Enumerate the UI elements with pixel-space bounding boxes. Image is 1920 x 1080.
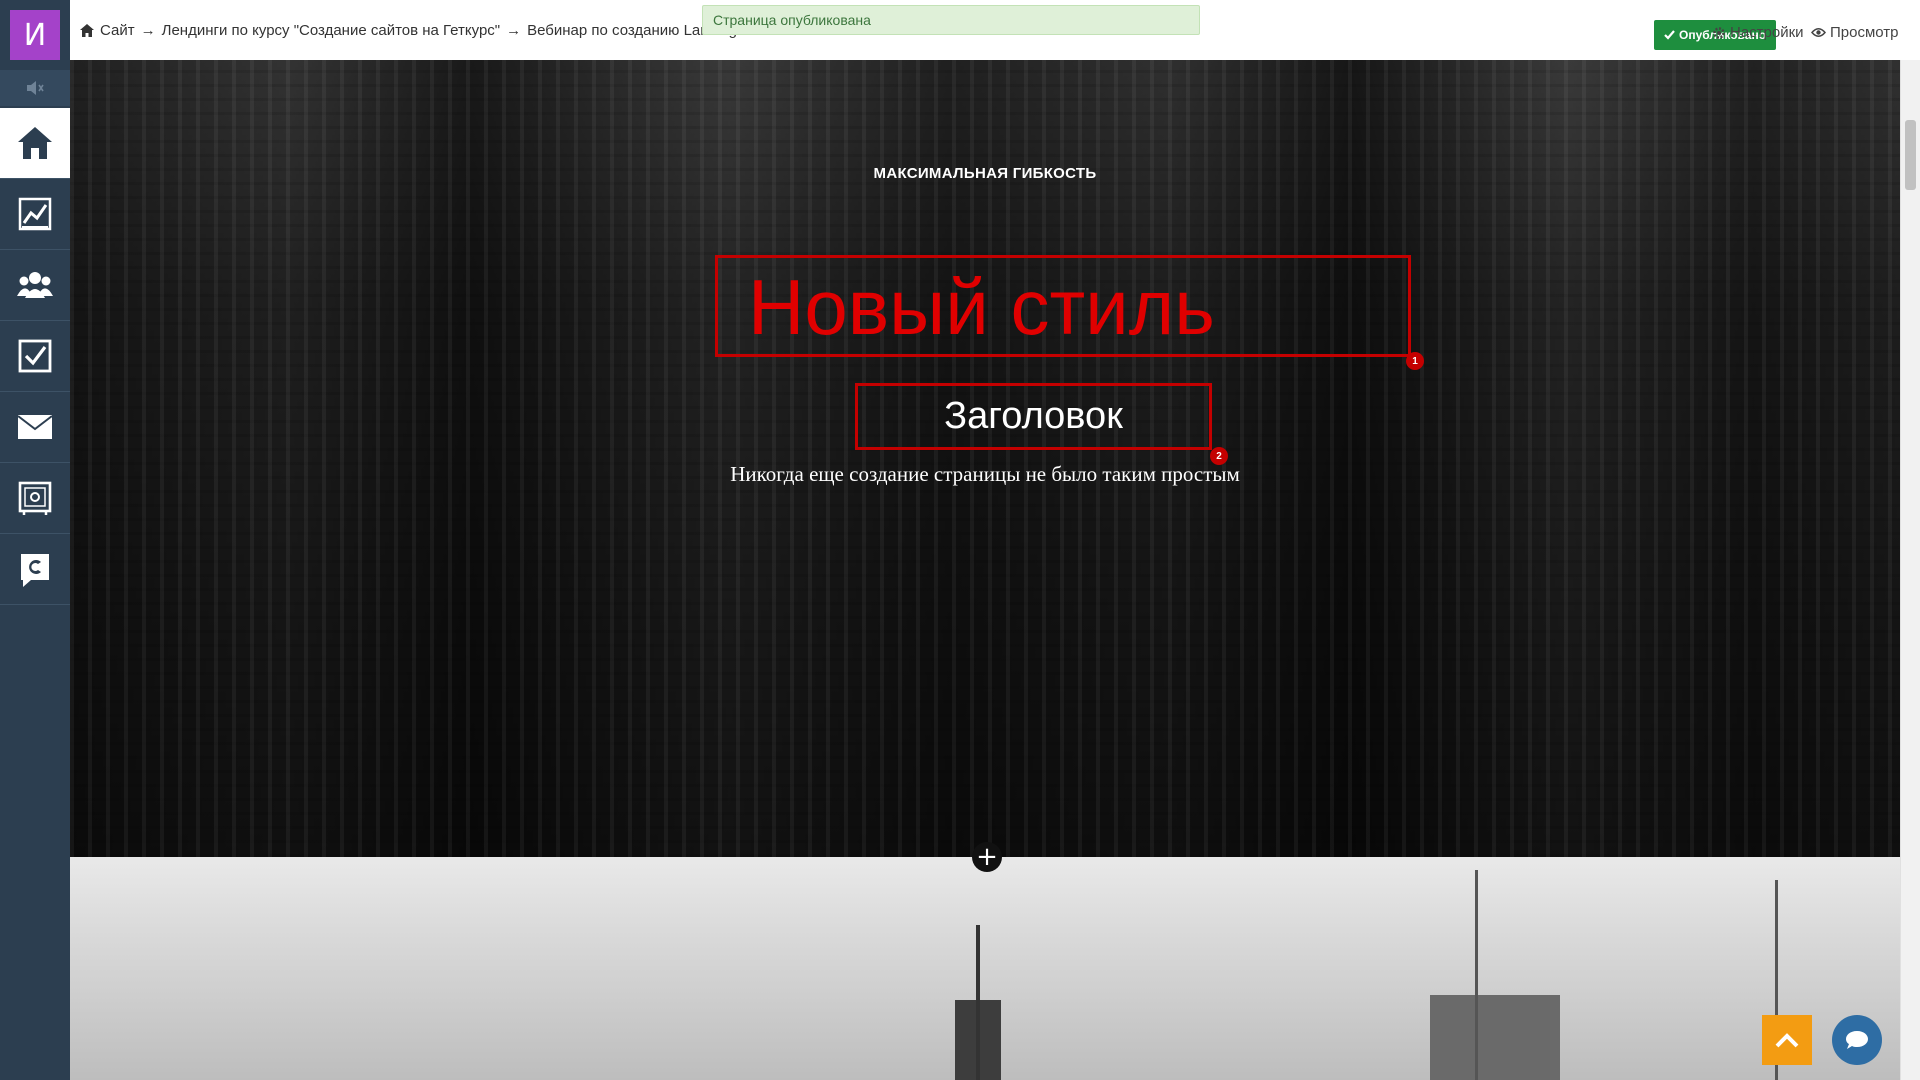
sidebar-item-messages[interactable] bbox=[0, 392, 70, 463]
sidebar-item-home[interactable] bbox=[0, 108, 70, 179]
sidebar-item-tasks[interactable] bbox=[0, 321, 70, 392]
sidebar-item-sales[interactable] bbox=[0, 463, 70, 534]
breadcrumb: Сайт → Лендинги по курсу "Создание сайто… bbox=[80, 22, 760, 39]
selected-block-title[interactable]: Новый стиль bbox=[715, 255, 1411, 357]
skyline-spire bbox=[976, 925, 980, 1080]
settings-label: Настройки bbox=[1730, 24, 1804, 41]
preview-label: Просмотр bbox=[1830, 24, 1899, 41]
getcourse-logo-icon bbox=[21, 554, 49, 587]
notification-toast: Страница опубликована bbox=[702, 5, 1200, 35]
breadcrumb-item-site[interactable]: Сайт bbox=[100, 22, 135, 39]
skyline-section[interactable] bbox=[70, 857, 1900, 1080]
eye-icon bbox=[1811, 28, 1826, 37]
sidebar: И bbox=[0, 0, 70, 1080]
scrollbar-thumb[interactable] bbox=[1905, 120, 1916, 190]
settings-link[interactable]: Настройки bbox=[1712, 24, 1804, 41]
home-icon bbox=[18, 127, 52, 159]
gear-icon bbox=[1713, 26, 1725, 39]
chat-icon bbox=[1846, 1031, 1868, 1049]
breadcrumb-item-landings[interactable]: Лендинги по курсу "Создание сайтов на Ге… bbox=[162, 22, 501, 39]
hero-section[interactable]: МАКСИМАЛЬНАЯ ГИБКОСТЬ Новый стиль 1 Заго… bbox=[70, 60, 1900, 857]
preview-link[interactable]: Просмотр bbox=[1811, 24, 1899, 41]
home-icon[interactable] bbox=[80, 24, 94, 37]
checkbox-icon bbox=[18, 339, 52, 373]
toast-message: Страница опубликована bbox=[713, 12, 871, 28]
hero-heading[interactable]: Заголовок bbox=[858, 392, 1209, 440]
safe-icon bbox=[18, 481, 52, 515]
chevron-up-icon bbox=[1775, 1033, 1799, 1048]
hero-subtitle[interactable]: Никогда еще создание страницы не было та… bbox=[70, 462, 1900, 487]
scroll-to-top-button[interactable] bbox=[1762, 1015, 1812, 1065]
speaker-icon bbox=[27, 81, 44, 95]
chat-button[interactable] bbox=[1832, 1015, 1882, 1065]
hero-title[interactable]: Новый стиль bbox=[718, 262, 1408, 352]
page-scrollbar[interactable] bbox=[1900, 60, 1920, 1080]
skyline-building bbox=[1430, 995, 1560, 1080]
sidebar-item-analytics[interactable] bbox=[0, 179, 70, 250]
chart-icon bbox=[18, 197, 52, 231]
users-icon bbox=[17, 272, 53, 298]
checkmark-icon bbox=[1664, 30, 1675, 40]
user-avatar[interactable]: И bbox=[10, 10, 60, 60]
sound-toggle[interactable] bbox=[0, 70, 70, 106]
avatar-letter: И bbox=[23, 17, 47, 53]
skyline-antenna bbox=[1475, 870, 1478, 1080]
block-number-badge: 1 bbox=[1406, 352, 1424, 370]
sidebar-item-users[interactable] bbox=[0, 250, 70, 321]
sidebar-item-getcourse[interactable] bbox=[0, 534, 70, 605]
breadcrumb-separator: → bbox=[506, 22, 522, 39]
selected-block-heading[interactable]: Заголовок bbox=[855, 383, 1212, 450]
envelope-icon bbox=[17, 415, 53, 439]
add-block-button[interactable]: + bbox=[972, 842, 1002, 872]
hero-eyebrow[interactable]: МАКСИМАЛЬНАЯ ГИБКОСТЬ bbox=[70, 165, 1900, 182]
breadcrumb-separator: → bbox=[140, 22, 156, 39]
